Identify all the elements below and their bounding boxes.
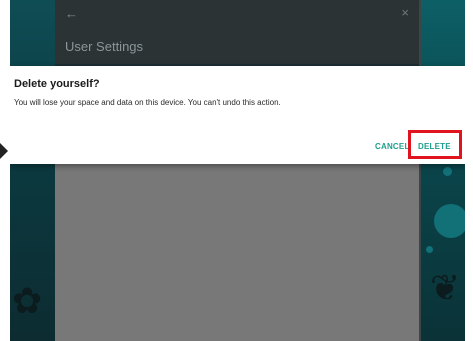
panel-edge [419, 0, 421, 341]
wallpaper-plant-icon: ✿ [12, 280, 43, 321]
cancel-button[interactable]: CANCEL [375, 142, 410, 151]
settings-title: User Settings [65, 39, 144, 54]
arrow-back-icon[interactable]: ← [65, 6, 78, 21]
settings-header: ← × User Settings [55, 0, 419, 64]
wallpaper-bubble [426, 246, 433, 253]
delete-button[interactable]: DELETE [418, 142, 451, 151]
wallpaper-bubble [434, 204, 465, 238]
pointer-arrow-icon [0, 143, 8, 159]
settings-panel [55, 164, 419, 341]
dialog-message: You will lose your space and data on thi… [14, 98, 281, 107]
close-icon[interactable]: × [401, 5, 409, 20]
wallpaper-plant-icon: ❦ [430, 267, 461, 308]
wallpaper-bubble [443, 167, 452, 176]
delete-confirmation-dialog: Delete yourself? You will lose your spac… [10, 66, 465, 164]
dialog-title: Delete yourself? [14, 78, 100, 90]
device-screen: ✿ ❦ ← × User Settings Delete yourself? Y… [10, 0, 465, 341]
